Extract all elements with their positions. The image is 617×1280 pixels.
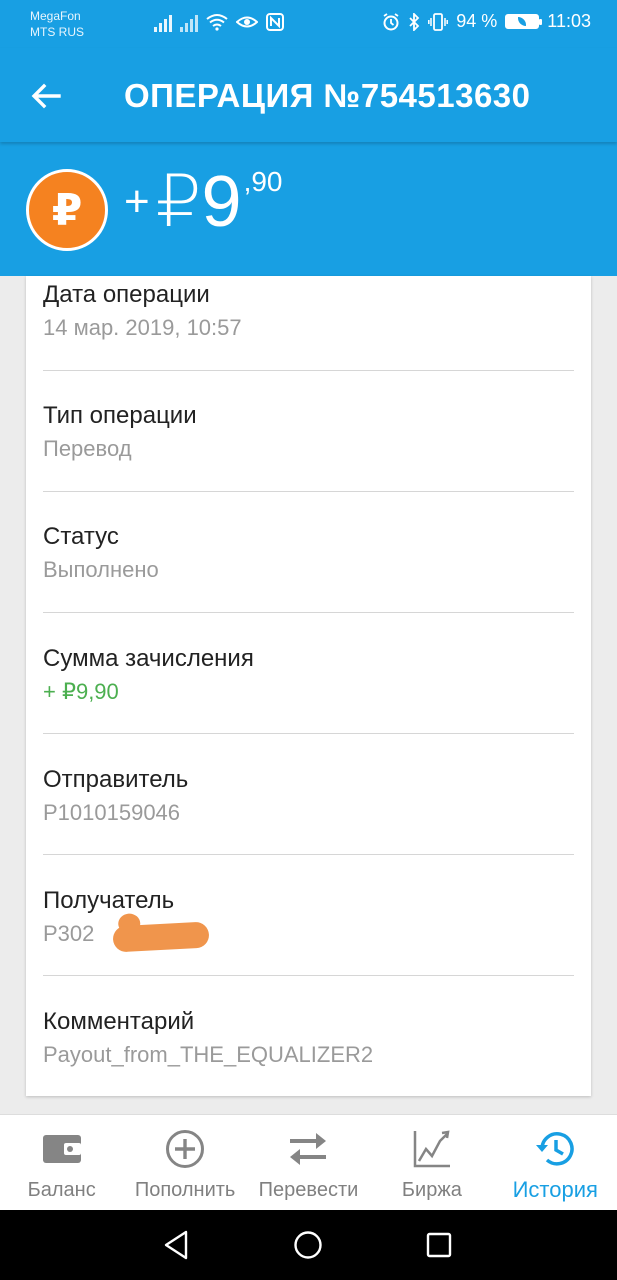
signal-icon-2 — [180, 12, 198, 32]
wifi-icon — [206, 14, 228, 31]
app-bar: ОПЕРАЦИЯ №754513630 — [0, 48, 617, 142]
amount-sign: + — [124, 177, 150, 226]
plus-circle-icon — [166, 1130, 205, 1168]
history-icon — [536, 1132, 574, 1166]
circle-home-icon — [294, 1231, 322, 1259]
arrow-left-icon — [31, 83, 61, 109]
nav-label: История — [512, 1177, 598, 1202]
alarm-icon — [383, 12, 399, 30]
nav-label: Пополнить — [134, 1179, 236, 1201]
nav-item-balance[interactable]: Баланс — [0, 1115, 123, 1211]
battery-percent: 94 % — [456, 11, 498, 31]
detail-value: Выполнено — [43, 557, 159, 582]
amount-fraction: ,90 — [243, 166, 283, 197]
divider — [43, 491, 574, 492]
amount-currency: ₽ — [155, 162, 202, 242]
detail-row-type: Тип операции Перевод — [43, 401, 574, 464]
system-nav-bar — [0, 1210, 617, 1280]
status-bar: MegaFon MTS RUS 94 % 11:03 — [0, 0, 617, 48]
redaction-mark — [112, 921, 210, 953]
transfer-arrows-icon — [290, 1133, 327, 1165]
detail-row-comment: Комментарий Payout_from_THE_EQUALIZER2 — [43, 1007, 574, 1070]
detail-row-sender: Отправитель P1010159046 — [43, 765, 574, 828]
battery-icon — [505, 14, 543, 29]
detail-row-amount: Сумма зачисления + ₽9,90 — [43, 644, 574, 707]
operation-details-card: Дата операции 14 мар. 2019, 10:57 Тип оп… — [26, 276, 591, 1096]
signal-icon-1 — [154, 12, 172, 32]
status-right: 94 % 11:03 — [382, 11, 591, 32]
nav-item-history[interactable]: История — [494, 1115, 617, 1211]
divider — [43, 854, 574, 855]
chart-icon — [413, 1130, 450, 1168]
amount-header: ₽ +₽9,90 — [0, 142, 617, 276]
detail-label: Тип операции — [43, 402, 197, 429]
detail-value: 14 мар. 2019, 10:57 — [43, 315, 242, 340]
detail-label: Получатель — [43, 887, 175, 914]
detail-value: P1010159046 — [43, 800, 181, 825]
vibrate-icon — [428, 12, 449, 31]
carrier-info: MegaFon MTS RUS — [30, 8, 84, 40]
bottom-nav: Баланс Пополнить Перевести Биржа История — [0, 1114, 617, 1210]
detail-label: Комментарий — [43, 1008, 195, 1035]
divider — [43, 975, 574, 976]
system-recents-button[interactable] — [421, 1227, 457, 1263]
nav-label: Перевести — [258, 1179, 359, 1201]
eye-icon — [236, 16, 258, 28]
system-back-button[interactable] — [158, 1227, 194, 1263]
carrier-2: MTS RUS — [30, 25, 84, 39]
detail-row-status: Статус Выполнено — [43, 522, 574, 585]
amount-display: +₽9,90 — [124, 164, 283, 240]
nfc-icon — [266, 13, 284, 31]
nav-item-transfer[interactable]: Перевести — [247, 1115, 370, 1211]
divider — [43, 733, 574, 734]
system-home-button[interactable] — [290, 1227, 326, 1263]
bluetooth-icon — [409, 12, 420, 31]
detail-value: Payout_from_THE_EQUALIZER2 — [43, 1042, 374, 1067]
nav-item-exchange[interactable]: Биржа — [370, 1115, 493, 1211]
detail-row-date: Дата операции 14 мар. 2019, 10:57 — [43, 280, 574, 343]
detail-value: + ₽9,90 — [43, 679, 119, 704]
detail-label: Сумма зачисления — [43, 645, 254, 672]
amount-integer: 9 — [201, 162, 242, 242]
detail-value: Перевод — [43, 436, 132, 461]
detail-label: Дата операции — [43, 281, 210, 308]
clock: 11:03 — [547, 11, 591, 31]
divider — [43, 370, 574, 371]
nav-label: Баланс — [27, 1179, 96, 1201]
back-button[interactable] — [26, 76, 66, 116]
detail-label: Статус — [43, 523, 119, 550]
status-icons-left — [154, 12, 284, 32]
carrier-1: MegaFon — [30, 9, 81, 23]
ruble-coin-icon: ₽ — [26, 169, 108, 251]
triangle-back-icon — [164, 1230, 188, 1260]
square-recents-icon — [426, 1232, 452, 1258]
divider — [43, 612, 574, 613]
wallet-icon — [42, 1135, 81, 1163]
nav-item-topup[interactable]: Пополнить — [123, 1115, 246, 1211]
coin-symbol: ₽ — [51, 185, 83, 235]
nav-label: Биржа — [401, 1179, 462, 1201]
page-title: ОПЕРАЦИЯ №754513630 — [124, 77, 531, 114]
detail-label: Отправитель — [43, 766, 189, 793]
detail-row-recipient: Получатель P302 — [43, 886, 574, 953]
